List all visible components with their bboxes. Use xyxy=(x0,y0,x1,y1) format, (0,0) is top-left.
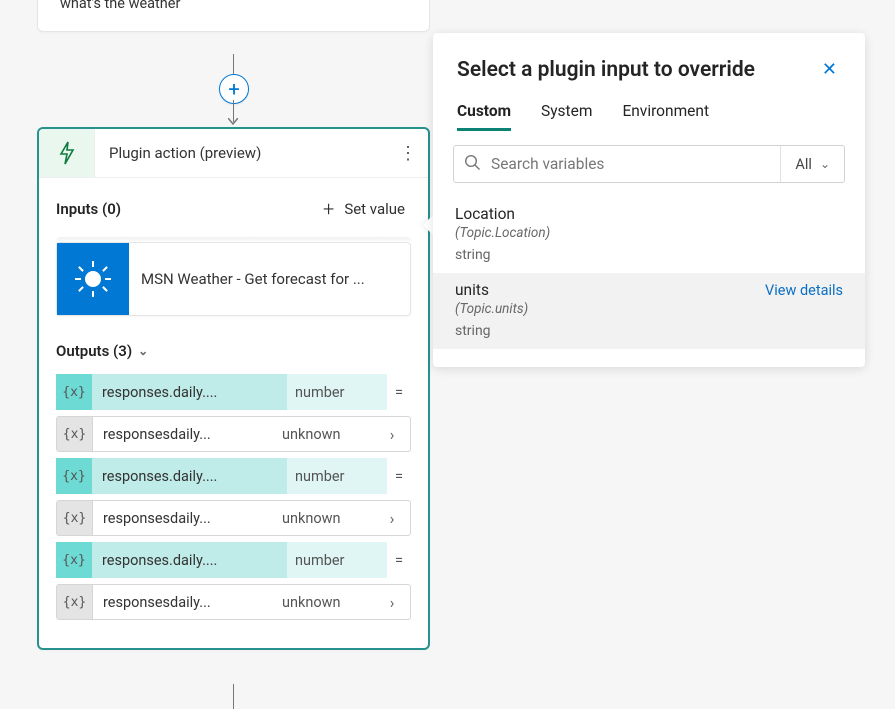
chevron-right-icon[interactable]: › xyxy=(374,593,410,612)
output-variable-name: responses.daily.... xyxy=(92,374,287,410)
panel-pointer xyxy=(423,215,433,235)
output-type: number xyxy=(287,458,387,494)
connector-line xyxy=(233,684,234,709)
trigger-phrase: what's the weather xyxy=(60,0,407,15)
chevron-down-icon: ⌄ xyxy=(138,344,148,358)
more-menu-button[interactable]: ⋮ xyxy=(388,129,428,177)
output-type: unknown xyxy=(274,417,374,451)
variable-name: units xyxy=(455,281,489,299)
output-type: unknown xyxy=(274,585,374,619)
variable-icon: {x} xyxy=(57,501,93,535)
variable-icon: {x} xyxy=(57,417,93,451)
chevron-down-icon: ⌄ xyxy=(820,157,830,171)
variable-type: string xyxy=(455,323,843,339)
weather-icon xyxy=(57,243,129,315)
output-variable-name: responsesdaily... xyxy=(93,417,274,451)
equals-icon: = xyxy=(387,467,411,485)
connector-tile[interactable]: MSN Weather - Get forecast for ... xyxy=(56,242,411,316)
inputs-header: Inputs (0) xyxy=(56,200,121,218)
variable-name: Location xyxy=(455,205,515,223)
outputs-header[interactable]: Outputs (3) ⌄ xyxy=(56,338,411,364)
plugin-card-title: Plugin action (preview) xyxy=(95,129,388,177)
panel-title: Select a plugin input to override xyxy=(457,58,755,82)
chevron-right-icon[interactable]: › xyxy=(374,425,410,444)
add-node-button[interactable]: + xyxy=(219,74,249,104)
variable-icon: {x} xyxy=(56,374,92,410)
equals-icon: = xyxy=(387,383,411,401)
lightning-icon xyxy=(39,129,95,177)
panel-tabs: Custom System Environment xyxy=(433,88,865,131)
view-details-link[interactable]: View details xyxy=(765,282,843,299)
trigger-card[interactable]: get weather what's the weather xyxy=(37,0,430,32)
close-icon: ✕ xyxy=(822,59,837,80)
output-variable-name: responses.daily.... xyxy=(92,458,287,494)
variable-icon: {x} xyxy=(56,542,92,578)
tab-custom[interactable]: Custom xyxy=(457,102,511,131)
search-icon xyxy=(464,154,481,175)
close-button[interactable]: ✕ xyxy=(818,55,841,84)
output-row[interactable]: {x}responsesdaily...unknown› xyxy=(56,416,411,452)
variable-item[interactable]: Location (Topic.Location) string xyxy=(433,197,865,273)
variable-item[interactable]: units View details (Topic.units) string xyxy=(433,273,865,349)
search-placeholder: Search variables xyxy=(491,155,604,173)
plus-icon: + xyxy=(228,79,239,99)
output-row[interactable]: {x}responses.daily....number= xyxy=(56,542,411,578)
output-variable-name: responsesdaily... xyxy=(93,585,274,619)
variable-topic: (Topic.units) xyxy=(455,301,843,317)
variable-topic: (Topic.Location) xyxy=(455,225,843,241)
output-type: number xyxy=(287,542,387,578)
filter-dropdown[interactable]: All ⌄ xyxy=(780,146,844,182)
set-value-label: Set value xyxy=(344,200,405,218)
plugin-action-card[interactable]: Plugin action (preview) ⋮ Inputs (0) + S… xyxy=(37,127,430,650)
variable-icon: {x} xyxy=(56,458,92,494)
vertical-dots-icon: ⋮ xyxy=(399,143,417,164)
tab-environment[interactable]: Environment xyxy=(622,102,709,131)
output-row[interactable]: {x}responses.daily....number= xyxy=(56,374,411,410)
output-row[interactable]: {x}responsesdaily...unknown› xyxy=(56,584,411,620)
output-row[interactable]: {x}responses.daily....number= xyxy=(56,458,411,494)
output-type: number xyxy=(287,374,387,410)
output-variable-name: responses.daily.... xyxy=(92,542,287,578)
chevron-right-icon[interactable]: › xyxy=(374,509,410,528)
connector-name: MSN Weather - Get forecast for ... xyxy=(129,270,410,288)
set-value-button[interactable]: + Set value xyxy=(317,193,411,225)
variable-picker-panel: Select a plugin input to override ✕ Cust… xyxy=(433,33,865,367)
tab-system[interactable]: System xyxy=(541,102,592,131)
variable-icon: {x} xyxy=(57,585,93,619)
outputs-label: Outputs (3) xyxy=(56,342,132,360)
plugin-card-header: Plugin action (preview) ⋮ xyxy=(39,129,428,178)
output-variable-name: responsesdaily... xyxy=(93,501,274,535)
filter-label: All xyxy=(795,156,812,173)
variable-type: string xyxy=(455,247,843,263)
output-row[interactable]: {x}responsesdaily...unknown› xyxy=(56,500,411,536)
output-type: unknown xyxy=(274,501,374,535)
search-variables[interactable]: Search variables All ⌄ xyxy=(453,145,845,183)
plus-icon: + xyxy=(323,197,334,221)
equals-icon: = xyxy=(387,551,411,569)
